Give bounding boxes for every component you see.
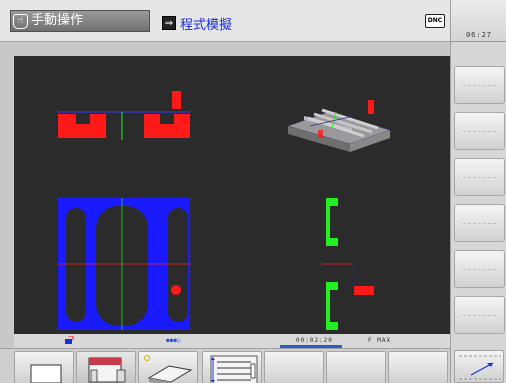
horizontal-softkey-bar bbox=[0, 348, 450, 383]
mode-tab-program-simulation[interactable]: ⇒ 程式模擬 bbox=[162, 14, 233, 33]
vertical-softkey-2[interactable] bbox=[454, 112, 505, 150]
softkey-empty-5[interactable] bbox=[264, 351, 324, 383]
isometric-3d-view bbox=[287, 100, 391, 152]
softkey-empty-7[interactable] bbox=[388, 351, 448, 383]
top-view bbox=[58, 198, 190, 330]
vertical-softkey-4[interactable] bbox=[454, 204, 505, 242]
softkey-three-plane-view[interactable] bbox=[76, 351, 136, 383]
blank-workpiece-icon bbox=[30, 364, 62, 383]
hand-icon: ☝ bbox=[13, 13, 28, 29]
3d-view-icon bbox=[144, 355, 193, 383]
front-view bbox=[58, 91, 190, 140]
softkey-program-view[interactable] bbox=[202, 351, 262, 383]
machining-time: 00:02:20 bbox=[296, 337, 333, 344]
program-view-icon bbox=[210, 355, 258, 383]
vertical-softkey-3[interactable] bbox=[454, 158, 505, 196]
simulation-graphics bbox=[58, 91, 391, 330]
header-bar: ☝ 手動操作 ⇒ 程式模擬 DNC bbox=[0, 0, 450, 42]
softkey-3d-view[interactable] bbox=[138, 351, 198, 383]
program-tab-label: 程式模擬 bbox=[180, 17, 233, 33]
clock-display: 06:27 bbox=[451, 0, 506, 42]
dnc-icon: DNC bbox=[425, 14, 445, 28]
vertical-softkey-5[interactable] bbox=[454, 250, 505, 288]
softkey-empty-6[interactable] bbox=[326, 351, 386, 383]
program-run-icon: ⇒ bbox=[162, 16, 176, 30]
feed-rate: F MAX bbox=[368, 337, 392, 344]
softkey-blank-workpiece[interactable] bbox=[14, 351, 74, 383]
workpiece-status-icon bbox=[65, 336, 74, 344]
vertical-softkey-6[interactable] bbox=[454, 296, 505, 334]
page-indicator: ●●●○ bbox=[166, 337, 181, 344]
three-plane-view-icon bbox=[88, 357, 126, 383]
mode-tab-manual-operation[interactable]: ☝ 手動操作 bbox=[10, 10, 150, 32]
mode-tab-label: 手動操作 bbox=[31, 13, 84, 28]
vertical-softkey-bar: 06:27 bbox=[450, 0, 506, 383]
vertical-softkey-1[interactable] bbox=[454, 66, 505, 104]
simulation-canvas[interactable] bbox=[14, 56, 450, 334]
side-view bbox=[322, 198, 374, 330]
next-softkey-row-icon bbox=[459, 355, 501, 380]
softkey-next-row[interactable] bbox=[454, 350, 504, 383]
status-line: ●●●○ 00:02:20 F MAX bbox=[14, 334, 450, 348]
